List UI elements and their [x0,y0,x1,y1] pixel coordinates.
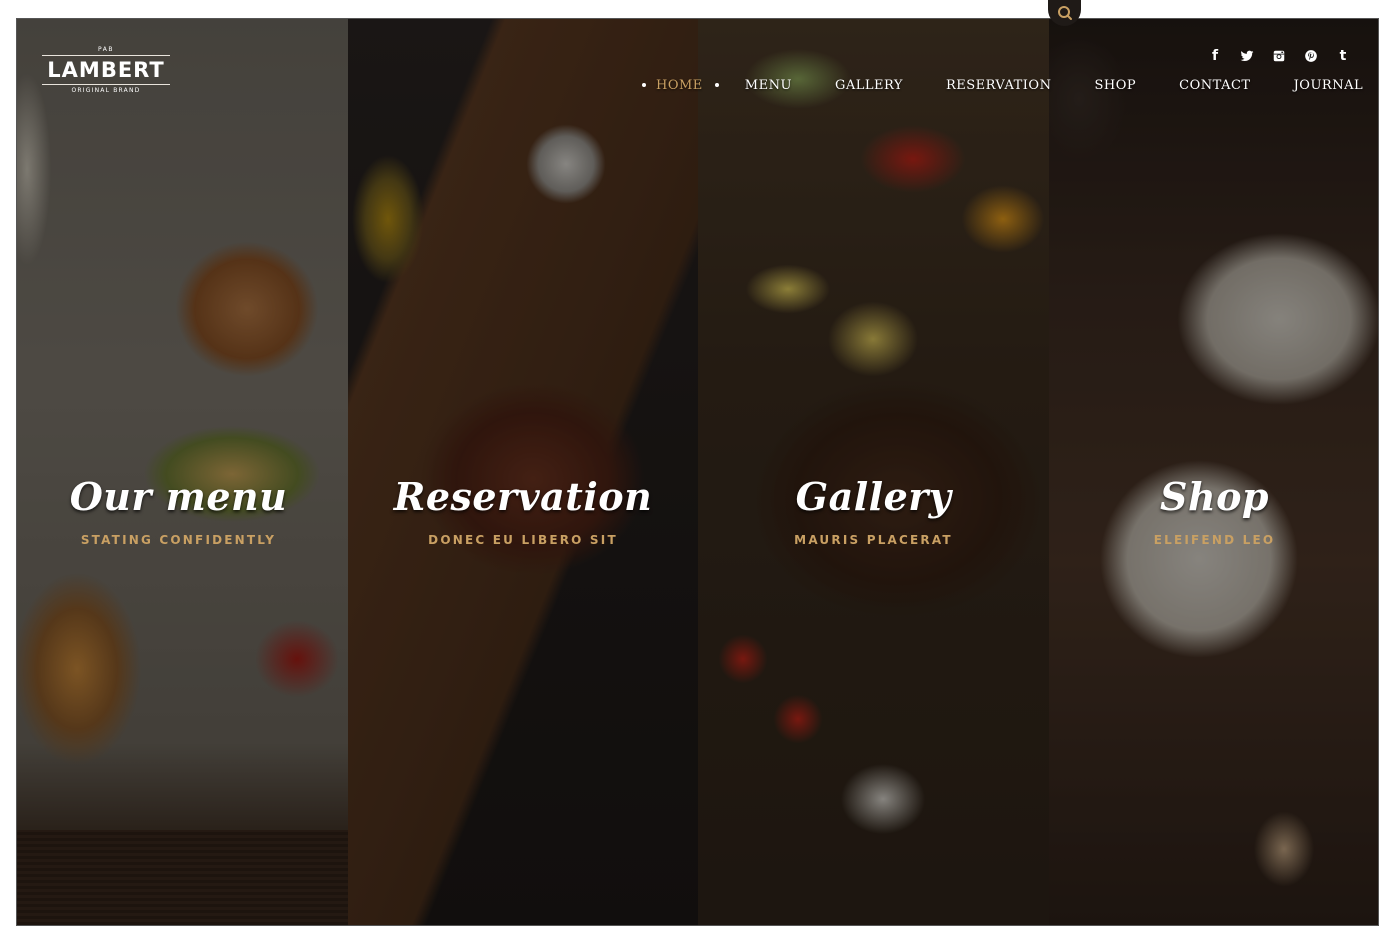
nav-item-home[interactable]: HOME [656,78,703,93]
panel-caption: Gallery MAURIS PLACERAT [698,474,1049,547]
panel-caption: Shop ELEIFEND LEO [1049,474,1378,547]
panel-subtitle: ELEIFEND LEO [1153,533,1276,547]
brand-tagline: ORIGINAL BRAND [71,87,141,94]
panel-subtitle: STATING CONFIDENTLY [80,533,277,547]
panel-title[interactable]: Gallery [698,474,1049,519]
pinterest-icon[interactable] [1295,48,1327,64]
nav-item-contact[interactable]: CONTACT [1179,78,1250,93]
panel-shop[interactable]: Shop ELEIFEND LEO [1049,19,1378,925]
panel-title[interactable]: Shop [1049,474,1378,519]
instagram-icon[interactable] [1263,48,1295,64]
panel-subtitle: MAURIS PLACERAT [794,533,953,547]
panel-overlay [1049,19,1378,925]
panel-title[interactable]: Reservation [348,474,698,519]
search-icon [1057,6,1072,20]
panel-overlay [17,19,348,925]
logo-rule [42,84,170,85]
nav-active-dot [642,83,646,87]
panel-menu[interactable]: Our menu STATING CONFIDENTLY [17,19,348,925]
main-nav: HOME MENU GALLERY RESERVATION SHOP CONTA… [620,76,1363,94]
panel-caption: Reservation DONEC EU LIBERO SIT [348,474,698,547]
logo-rule [42,55,170,56]
panel-overlay [698,19,1049,925]
panel-title[interactable]: Our menu [17,474,340,519]
facebook-icon[interactable]: f [1199,48,1231,64]
brand-pre: PAB [98,46,114,53]
brand-logo[interactable]: PAB LAMBERT ORIGINAL BRAND [42,46,170,94]
panel-caption: Our menu STATING CONFIDENTLY [17,474,340,547]
nav-item-shop[interactable]: SHOP [1094,78,1136,93]
twitter-icon[interactable] [1231,48,1263,64]
panel-subtitle: DONEC EU LIBERO SIT [428,533,618,547]
nav-active-dot [714,83,719,87]
hero-frame: Our menu STATING CONFIDENTLY Reservation… [16,18,1379,926]
brand-name: LAMBERT [47,58,165,82]
nav-item-reservation[interactable]: RESERVATION [946,78,1052,93]
nav-item-menu[interactable]: MENU [745,78,792,93]
nav-item-journal[interactable]: JOURNAL [1294,78,1364,93]
panel-gallery[interactable]: Gallery MAURIS PLACERAT [698,19,1049,925]
panel-reservation[interactable]: Reservation DONEC EU LIBERO SIT [348,19,698,925]
tumblr-icon[interactable]: t [1327,48,1359,64]
panel-overlay [348,19,698,925]
social-links: f t [1199,48,1359,64]
nav-item-gallery[interactable]: GALLERY [835,78,903,93]
